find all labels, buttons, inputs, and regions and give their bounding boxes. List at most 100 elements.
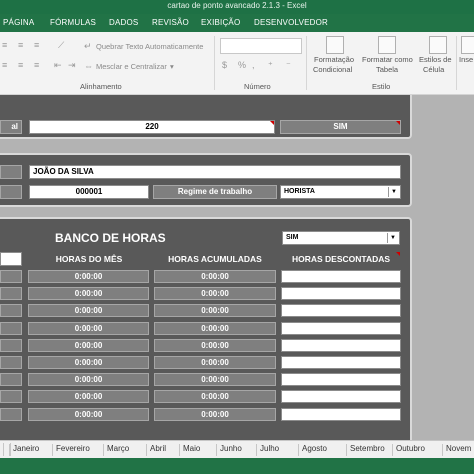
tab-data[interactable]: DADOS bbox=[109, 18, 138, 27]
hours-month-cell: 0:00:00 bbox=[28, 407, 149, 421]
format-table-label-2[interactable]: Tabela bbox=[376, 65, 398, 74]
currency-icon[interactable]: $ bbox=[222, 60, 227, 70]
align-middle-icon[interactable]: ≡ bbox=[18, 40, 23, 50]
hours-discount-input[interactable] bbox=[281, 338, 401, 352]
align-center-icon[interactable]: ≡ bbox=[18, 60, 23, 70]
align-left-icon[interactable]: ≡ bbox=[2, 60, 7, 70]
sheet-tab-separator bbox=[298, 444, 299, 456]
chevron-down-icon[interactable]: ▼ bbox=[388, 187, 399, 197]
sheet-tab[interactable]: Julho bbox=[260, 444, 279, 453]
align-top-icon[interactable]: ≡ bbox=[2, 40, 7, 50]
cell-styles-label-2[interactable]: Célula bbox=[423, 65, 444, 74]
comma-icon[interactable]: , bbox=[252, 60, 255, 70]
format-table-label-1[interactable]: Formatar como bbox=[362, 55, 413, 64]
row-label-cell bbox=[0, 356, 22, 369]
employee-id[interactable]: 000001 bbox=[29, 185, 149, 199]
row-label-cell bbox=[0, 390, 22, 404]
merge-dropdown-icon[interactable]: ▾ bbox=[170, 62, 174, 71]
sheet-tab[interactable]: Fevereiro bbox=[56, 444, 90, 453]
hours-month-cell: 0:00:00 bbox=[28, 373, 149, 387]
bank-title: BANCO DE HORAS bbox=[55, 231, 166, 245]
hours-accum-cell: 0:00:00 bbox=[154, 356, 276, 369]
hours-month-cell: 0:00:00 bbox=[28, 338, 149, 352]
sheet-tab-separator bbox=[392, 444, 393, 456]
hours-month-cell: 0:00:00 bbox=[28, 270, 149, 283]
sheet-tab[interactable]: Abril bbox=[150, 444, 166, 453]
hours-month-cell: 0:00:00 bbox=[28, 287, 149, 301]
title-bar: cartao de ponto avancado 2.1.3 - Excel bbox=[0, 0, 474, 14]
regime-value: HORISTA bbox=[284, 188, 315, 195]
hours-discount-input[interactable] bbox=[281, 373, 401, 387]
sheet-tab[interactable]: Maio bbox=[183, 444, 200, 453]
decrease-indent-icon[interactable]: ⇤ bbox=[54, 60, 62, 71]
insert-icon[interactable] bbox=[461, 36, 474, 54]
sheet-tab[interactable]: Setembro bbox=[350, 444, 385, 453]
sheet-tab[interactable]: Junho bbox=[220, 444, 242, 453]
bank-enabled-dropdown[interactable]: SIM ▼ bbox=[282, 231, 400, 245]
window-title: cartao de ponto avancado 2.1.3 - Excel bbox=[167, 1, 307, 10]
id-label-cell bbox=[0, 185, 22, 199]
align-right-icon[interactable]: ≡ bbox=[34, 60, 39, 70]
cond-format-label-1[interactable]: Formatação bbox=[314, 55, 354, 64]
hours-accum-cell: 0:00:00 bbox=[154, 407, 276, 421]
tab-review[interactable]: REVISÃO bbox=[152, 18, 189, 27]
sheet-tab[interactable]: Novem bbox=[446, 444, 471, 453]
row-label-cell bbox=[0, 407, 22, 421]
sheet-tab[interactable]: Agosto bbox=[302, 444, 327, 453]
hours-discount-input[interactable] bbox=[281, 356, 401, 369]
tab-layout[interactable]: PÁGINA bbox=[3, 18, 34, 27]
hours-discount-input[interactable] bbox=[281, 407, 401, 421]
group-number: Número bbox=[244, 82, 271, 91]
saturday-value-text: SIM bbox=[333, 122, 348, 131]
hours-discount-input[interactable] bbox=[281, 270, 401, 283]
increase-decimal-icon[interactable]: ⁺ bbox=[268, 60, 273, 71]
tab-developer[interactable]: DESENVOLVEDOR bbox=[254, 18, 328, 27]
cell-styles-label-1[interactable]: Estilos de bbox=[419, 55, 452, 64]
align-bottom-icon[interactable]: ≡ bbox=[34, 40, 39, 50]
chevron-down-icon[interactable]: ▼ bbox=[387, 233, 398, 243]
sheet-tab-separator bbox=[103, 444, 104, 456]
percent-icon[interactable]: % bbox=[238, 60, 246, 70]
decrease-decimal-icon[interactable]: ⁻ bbox=[286, 60, 291, 71]
format-table-icon[interactable] bbox=[378, 36, 396, 54]
hours-discount-input[interactable] bbox=[281, 304, 401, 318]
row-label-cell[interactable] bbox=[0, 252, 22, 266]
saturday-value[interactable]: SIM bbox=[280, 120, 401, 134]
status-bar bbox=[0, 458, 474, 474]
merge-center-button[interactable]: Mesclar e Centralizar bbox=[96, 62, 167, 71]
hours-discount-input[interactable] bbox=[281, 321, 401, 335]
cond-format-label-2[interactable]: Condicional bbox=[313, 65, 352, 74]
wrap-text-icon[interactable]: ↵ bbox=[84, 41, 92, 52]
conditional-format-icon[interactable] bbox=[326, 36, 344, 54]
regime-dropdown[interactable]: HORISTA ▼ bbox=[280, 185, 401, 199]
col-header-accum: HORAS ACUMULADAS bbox=[168, 254, 262, 264]
sheet-tab-separator bbox=[216, 444, 217, 456]
tab-formulas[interactable]: FÓRMULAS bbox=[50, 18, 96, 27]
hours-month-cell: 0:00:00 bbox=[28, 356, 149, 369]
sheet-tab[interactable]: Janeiro bbox=[13, 444, 39, 453]
sheet-tab[interactable]: Outubro bbox=[396, 444, 425, 453]
orientation-icon[interactable]: ⟋ bbox=[58, 40, 64, 51]
group-alignment: Alinhamento bbox=[80, 82, 122, 91]
row-label-cell bbox=[0, 287, 22, 301]
increase-indent-icon[interactable]: ⇥ bbox=[68, 60, 76, 71]
sheet-tab-separator bbox=[179, 444, 180, 456]
employee-name[interactable]: JOÃO DA SILVA bbox=[29, 165, 401, 179]
ribbon-separator bbox=[456, 36, 457, 90]
hours-discount-input[interactable] bbox=[281, 390, 401, 404]
number-format-dropdown[interactable] bbox=[220, 38, 302, 54]
insert-label[interactable]: Inse bbox=[459, 55, 473, 64]
merge-center-icon[interactable]: ⇔ bbox=[84, 61, 93, 71]
saturday-label: Sábado dia útil bbox=[184, 123, 246, 133]
hours-accum-cell: 0:00:00 bbox=[154, 287, 276, 301]
hours-accum-cell: 0:00:00 bbox=[154, 321, 276, 335]
group-styles: Estilo bbox=[372, 82, 391, 91]
wrap-text-button[interactable]: Quebrar Texto Automaticamente bbox=[96, 42, 203, 51]
label-left: al bbox=[0, 120, 22, 134]
tab-view[interactable]: EXIBIÇÃO bbox=[201, 18, 240, 27]
hours-discount-input[interactable] bbox=[281, 287, 401, 301]
row-label-cell bbox=[0, 373, 22, 387]
cell-styles-icon[interactable] bbox=[429, 36, 447, 54]
sheet-tab[interactable]: Março bbox=[107, 444, 129, 453]
hours-month-cell: 0:00:00 bbox=[28, 321, 149, 335]
